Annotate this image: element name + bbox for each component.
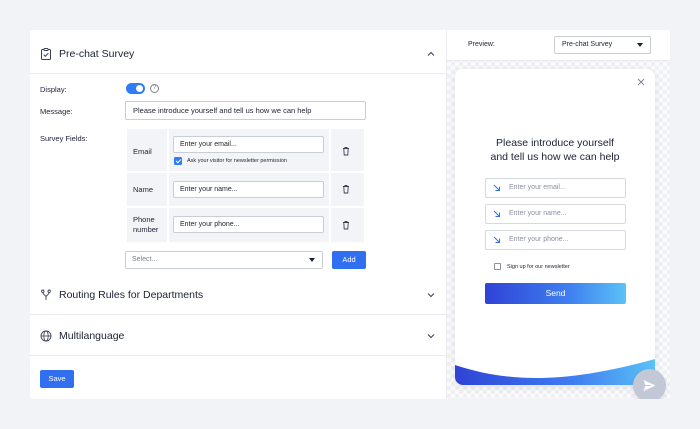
column-divider bbox=[329, 208, 331, 242]
name-field[interactable]: Enter your name... bbox=[173, 181, 324, 198]
survey-fields-table: Email Enter your email... Ask your visit… bbox=[127, 129, 364, 242]
preview-select-value: Pre-chat Survey bbox=[562, 41, 613, 48]
routing-section-header[interactable]: Routing Rules for Departments bbox=[30, 275, 446, 315]
trash-icon[interactable] bbox=[341, 220, 351, 230]
caret-down-icon bbox=[637, 43, 643, 47]
column-divider bbox=[329, 173, 331, 206]
settings-pane: Pre-chat Survey Display: ? Message: Plea… bbox=[30, 30, 446, 399]
newsletter-permission-checkbox[interactable] bbox=[174, 157, 182, 165]
field-name-name: Name bbox=[133, 185, 154, 194]
phone-field[interactable]: Enter your phone... bbox=[173, 216, 324, 233]
routing-section-title: Routing Rules for Departments bbox=[59, 288, 204, 301]
arrow-down-right-icon bbox=[493, 236, 500, 243]
widget-newsletter-checkbox[interactable] bbox=[494, 263, 501, 270]
prechat-section-title: Pre-chat Survey bbox=[59, 47, 135, 60]
column-divider bbox=[329, 129, 331, 171]
widget-name-input[interactable]: Enter your name... bbox=[485, 204, 626, 224]
send-icon bbox=[643, 380, 656, 391]
widget-phone-placeholder: Enter your phone... bbox=[509, 236, 569, 243]
survey-fields-label: Survey Fields: bbox=[40, 134, 88, 143]
display-label: Display: bbox=[40, 85, 67, 94]
preview-label: Preview: bbox=[468, 41, 495, 48]
chat-launcher-button[interactable] bbox=[633, 369, 666, 399]
email-field[interactable]: Enter your email... bbox=[173, 136, 324, 153]
widget-name-placeholder: Enter your name... bbox=[509, 210, 567, 217]
widget-footer-wave bbox=[455, 359, 655, 385]
arrow-down-right-icon bbox=[493, 210, 500, 217]
field-type-select-value: Select... bbox=[132, 256, 158, 263]
arrow-down-right-icon bbox=[493, 184, 500, 191]
field-name-phone-line2: number bbox=[133, 225, 159, 234]
widget-email-input[interactable]: Enter your email... bbox=[485, 178, 626, 198]
field-type-select[interactable]: Select... bbox=[125, 251, 323, 269]
column-divider bbox=[167, 208, 169, 242]
widget-newsletter-label: Sign up for our newsletter bbox=[507, 264, 570, 270]
widget-heading: Please introduce yourself and tell us ho… bbox=[455, 136, 655, 164]
chat-widget-preview: Please introduce yourself and tell us ho… bbox=[455, 69, 655, 385]
add-field-button[interactable]: Add bbox=[332, 251, 366, 269]
widget-send-button[interactable]: Send bbox=[485, 283, 626, 304]
prechat-section-header[interactable]: Pre-chat Survey bbox=[30, 34, 446, 74]
column-divider bbox=[167, 173, 169, 206]
survey-field-row-name: Name Enter your name... bbox=[127, 173, 364, 208]
widget-heading-line1: Please introduce yourself bbox=[496, 137, 614, 149]
chevron-down-icon[interactable] bbox=[426, 331, 436, 341]
chevron-down-icon[interactable] bbox=[426, 290, 436, 300]
widget-phone-input[interactable]: Enter your phone... bbox=[485, 230, 626, 250]
preview-select[interactable]: Pre-chat Survey bbox=[554, 36, 651, 54]
preview-pane: Preview: Pre-chat Survey Please introduc… bbox=[446, 30, 670, 399]
globe-icon bbox=[40, 330, 52, 341]
field-name-email: Email bbox=[133, 147, 152, 156]
help-icon[interactable]: ? bbox=[150, 84, 159, 93]
multilanguage-section-title: Multilanguage bbox=[59, 329, 125, 342]
newsletter-permission-label: Ask your visitor for newsletter permissi… bbox=[187, 158, 287, 164]
multilanguage-section-header[interactable]: Multilanguage bbox=[30, 316, 446, 356]
fork-icon bbox=[41, 289, 51, 300]
widget-heading-line2: and tell us how we can help bbox=[490, 151, 620, 163]
field-name-phone: Phone number bbox=[133, 215, 158, 235]
message-input[interactable]: Please introduce yourself and tell us ho… bbox=[125, 101, 366, 120]
settings-card: Pre-chat Survey Display: ? Message: Plea… bbox=[30, 30, 670, 399]
message-label: Message: bbox=[40, 107, 73, 116]
column-divider bbox=[167, 129, 169, 171]
survey-field-row-email: Email Enter your email... Ask your visit… bbox=[127, 129, 364, 173]
trash-icon[interactable] bbox=[341, 184, 351, 194]
save-button[interactable]: Save bbox=[40, 370, 74, 388]
close-icon[interactable] bbox=[637, 78, 645, 86]
widget-email-placeholder: Enter your email... bbox=[509, 184, 566, 191]
survey-field-row-phone: Phone number Enter your phone... bbox=[127, 208, 364, 242]
caret-down-icon bbox=[309, 258, 315, 262]
clipboard-check-icon bbox=[41, 47, 51, 60]
display-toggle[interactable] bbox=[126, 83, 145, 94]
chevron-up-icon[interactable] bbox=[426, 49, 436, 59]
preview-toolbar: Preview: Pre-chat Survey bbox=[447, 30, 670, 61]
field-name-phone-line1: Phone bbox=[133, 215, 155, 224]
trash-icon[interactable] bbox=[341, 146, 351, 156]
